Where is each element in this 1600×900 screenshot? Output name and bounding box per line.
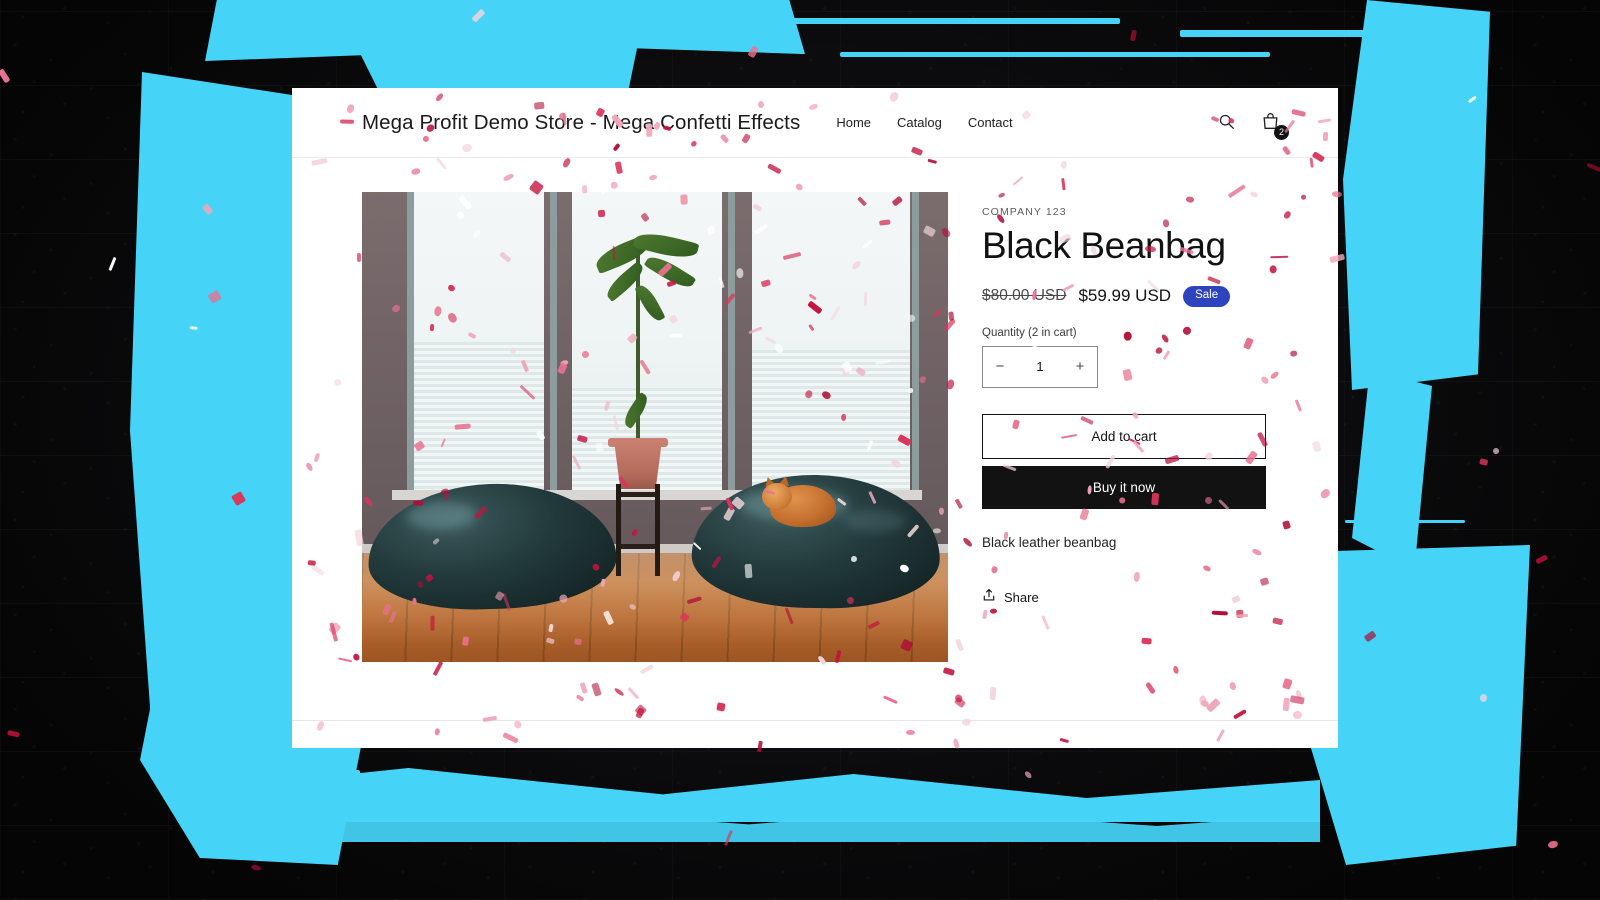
desktop-backdrop: Mega Profit Demo Store - Mega Confetti E…	[0, 0, 1600, 900]
confetti-particle	[202, 203, 214, 216]
confetti-particle	[1492, 446, 1501, 455]
photo-mullion-2	[550, 192, 557, 494]
confetti-particle	[231, 490, 247, 506]
sale-badge: Sale	[1183, 285, 1231, 307]
paint-streak-6	[1180, 30, 1430, 37]
confetti-particle	[747, 44, 760, 58]
photo-plant-pot	[614, 441, 662, 489]
photo-blind-left	[414, 342, 544, 492]
store-page: Mega Profit Demo Store - Mega Confetti E…	[292, 88, 1338, 748]
paint-streak-3	[1345, 520, 1465, 523]
quantity-stepper[interactable]: − 1 +	[982, 345, 1098, 388]
main-navigation: Home Catalog Contact	[836, 115, 1012, 130]
product-description: Black leather beanbag	[982, 534, 1117, 550]
nav-link-home[interactable]: Home	[836, 115, 871, 130]
paint-stroke-right-mid	[1352, 370, 1432, 570]
search-icon	[1218, 113, 1235, 133]
nav-link-contact[interactable]: Contact	[968, 115, 1013, 130]
product-section: COMPANY 123 Black Beanbag $80.00 USD $59…	[292, 158, 1338, 662]
product-vendor: COMPANY 123	[982, 206, 1067, 218]
confetti-particle	[1363, 630, 1377, 643]
paint-streak-5	[840, 52, 1270, 57]
confetti-particle	[1023, 769, 1033, 780]
confetti-particle	[108, 256, 117, 271]
share-label: Share	[1004, 589, 1039, 605]
header-actions: 2	[1212, 109, 1289, 140]
confetti-particle	[724, 829, 734, 846]
cart-count-badge: 2	[1274, 124, 1289, 140]
confetti-particle	[1468, 95, 1478, 103]
confetti-particle	[1479, 693, 1487, 703]
photo-mullion-3	[728, 192, 735, 494]
quantity-increase-button[interactable]: +	[1063, 347, 1097, 387]
price-row: $80.00 USD $59.99 USD Sale	[982, 285, 1284, 307]
buy-it-now-button[interactable]: Buy it now	[982, 465, 1266, 509]
add-to-cart-button[interactable]: Add to cart	[982, 413, 1266, 459]
product-gallery	[362, 192, 948, 662]
confetti-particle	[207, 290, 222, 305]
paint-stroke-bottom-2	[300, 806, 1320, 842]
site-header: Mega Profit Demo Store - Mega Confetti E…	[292, 88, 1338, 158]
confetti-particle	[1129, 30, 1137, 42]
search-button[interactable]	[1212, 109, 1240, 137]
share-icon	[982, 588, 996, 607]
confetti-particle	[1586, 162, 1600, 172]
confetti-particle	[250, 863, 262, 872]
paint-stroke-right-top	[1343, 0, 1490, 390]
nav-link-catalog[interactable]: Catalog	[897, 115, 942, 130]
cart-button[interactable]: 2	[1256, 109, 1289, 140]
confetti-particle	[1534, 554, 1549, 565]
confetti-particle	[1547, 839, 1560, 850]
photo-mullion-1	[407, 192, 414, 494]
current-price: $59.99 USD	[1078, 286, 1172, 306]
paint-streak-4	[790, 18, 1120, 24]
quantity-decrease-button[interactable]: −	[983, 347, 1017, 387]
photo-cat-head	[762, 483, 792, 510]
confetti-particle	[6, 730, 20, 738]
photo-mullion-4	[912, 192, 919, 494]
page-divider	[292, 720, 1338, 721]
quantity-value: 1	[1036, 359, 1044, 375]
site-title: Mega Profit Demo Store - Mega Confetti E…	[362, 110, 801, 134]
share-button[interactable]: Share	[982, 588, 1039, 607]
quantity-label: Quantity (2 in cart)	[982, 326, 1077, 339]
confetti-particle	[470, 8, 485, 23]
photo-blind-right	[752, 350, 910, 492]
confetti-particle	[1479, 458, 1489, 466]
product-title: Black Beanbag	[982, 225, 1226, 266]
paint-streak-2	[210, 770, 360, 775]
confetti-particle	[189, 325, 199, 330]
product-info: COMPANY 123 Black Beanbag $80.00 USD $59…	[982, 192, 1284, 662]
confetti-particle	[0, 68, 10, 84]
compare-at-price: $80.00 USD	[982, 287, 1067, 305]
product-image[interactable]	[362, 192, 948, 662]
paint-stroke-bottom	[260, 768, 1320, 822]
photo-plant-stand	[616, 484, 660, 576]
